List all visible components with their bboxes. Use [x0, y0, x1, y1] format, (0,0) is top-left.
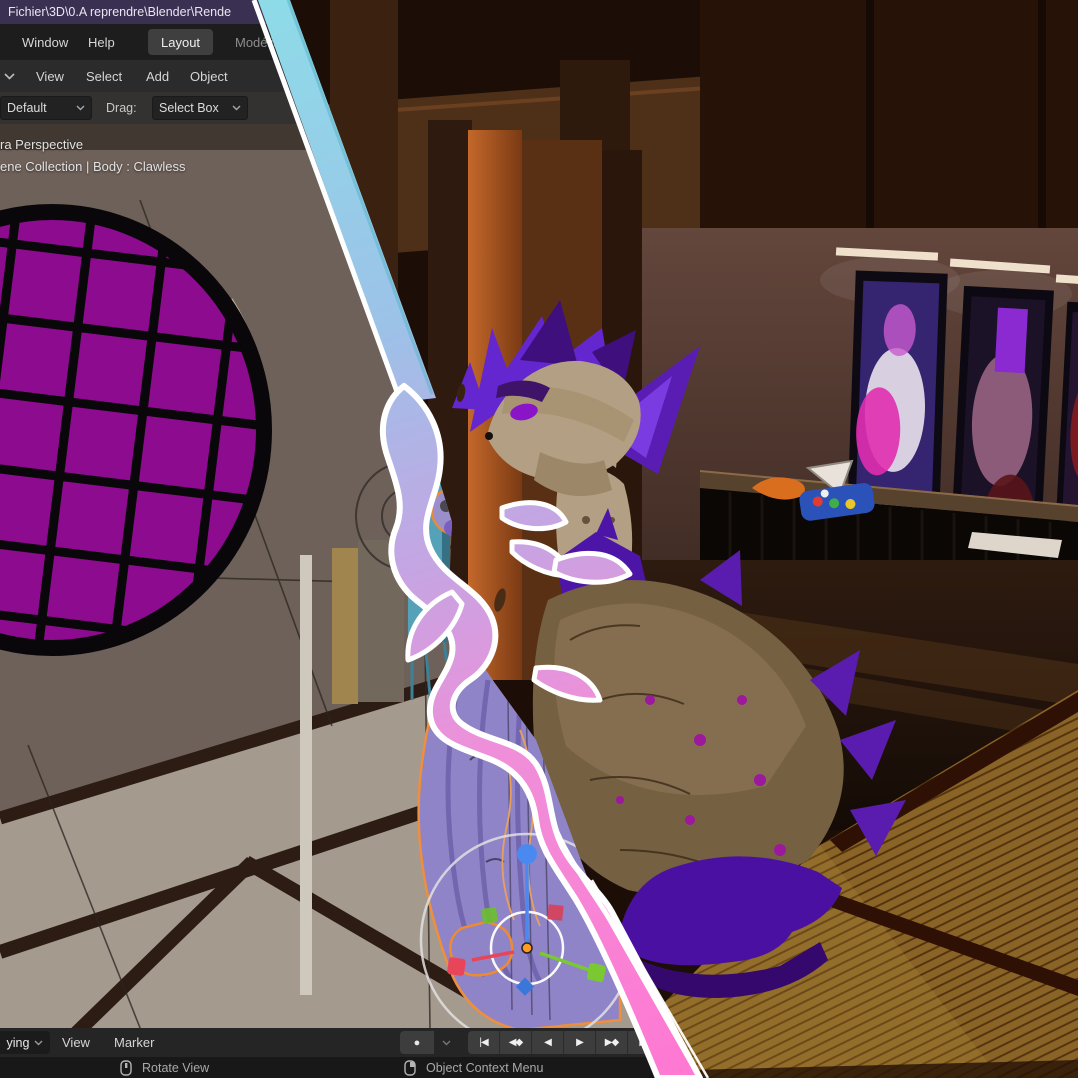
mouse-right-icon	[404, 1060, 416, 1076]
menu-view[interactable]: View	[36, 60, 64, 92]
menu-select[interactable]: Select	[86, 60, 122, 92]
chevron-down-icon	[4, 73, 15, 80]
playback-controls: |◀ ◀◆ ◀ ▶ ▶◆ ▶|	[468, 1031, 659, 1054]
timeline-menu-marker[interactable]: Marker	[114, 1028, 154, 1057]
status-hint-rotate: Rotate View	[120, 1057, 209, 1078]
mouse-middle-icon	[120, 1060, 132, 1076]
chevron-down-icon	[232, 105, 241, 111]
chevron-down-icon	[442, 1040, 451, 1046]
collection-context-label: ene Collection | Body : Clawless	[0, 159, 185, 174]
drag-mode-dropdown[interactable]: Select Box	[152, 96, 248, 120]
prev-keyframe-button[interactable]: ◀◆	[500, 1031, 531, 1054]
menu-window[interactable]: Window	[22, 24, 68, 60]
record-icon: ●	[414, 1037, 421, 1049]
gizmo-x-handle[interactable]	[447, 957, 466, 976]
keying-options-chevron[interactable]	[435, 1031, 457, 1054]
chevron-down-icon	[76, 105, 85, 111]
app-window: Fichier\3D\0.A reprendre\Blender\Rende W…	[0, 0, 1078, 1078]
chevron-down-icon	[34, 1040, 43, 1046]
gizmo-z-handle[interactable]	[517, 844, 537, 864]
tab-layout[interactable]: Layout	[148, 29, 213, 55]
next-keyframe-button[interactable]: ▶◆	[596, 1031, 627, 1054]
drag-label: Drag:	[106, 92, 137, 124]
gizmo-y-handle[interactable]	[586, 963, 606, 983]
window-title: Fichier\3D\0.A reprendre\Blender\Rende	[8, 5, 231, 19]
menu-help[interactable]: Help	[88, 24, 115, 60]
play-reverse-button[interactable]: ◀	[532, 1031, 563, 1054]
auto-keying-button[interactable]: ●	[400, 1031, 434, 1054]
menu-object[interactable]: Object	[190, 60, 228, 92]
menu-add[interactable]: Add	[146, 60, 169, 92]
timeline-menu-view[interactable]: View	[62, 1028, 90, 1057]
gizmo-origin	[522, 943, 532, 953]
editor-type-button[interactable]	[4, 60, 15, 92]
jump-start-button[interactable]: |◀	[468, 1031, 499, 1054]
view-perspective-label: ra Perspective	[0, 137, 83, 152]
tool-dropdown[interactable]: Default	[0, 96, 92, 120]
keying-dropdown[interactable]: ying	[0, 1031, 50, 1054]
status-hint-context-menu: Object Context Menu	[404, 1057, 543, 1078]
play-button[interactable]: ▶	[564, 1031, 595, 1054]
